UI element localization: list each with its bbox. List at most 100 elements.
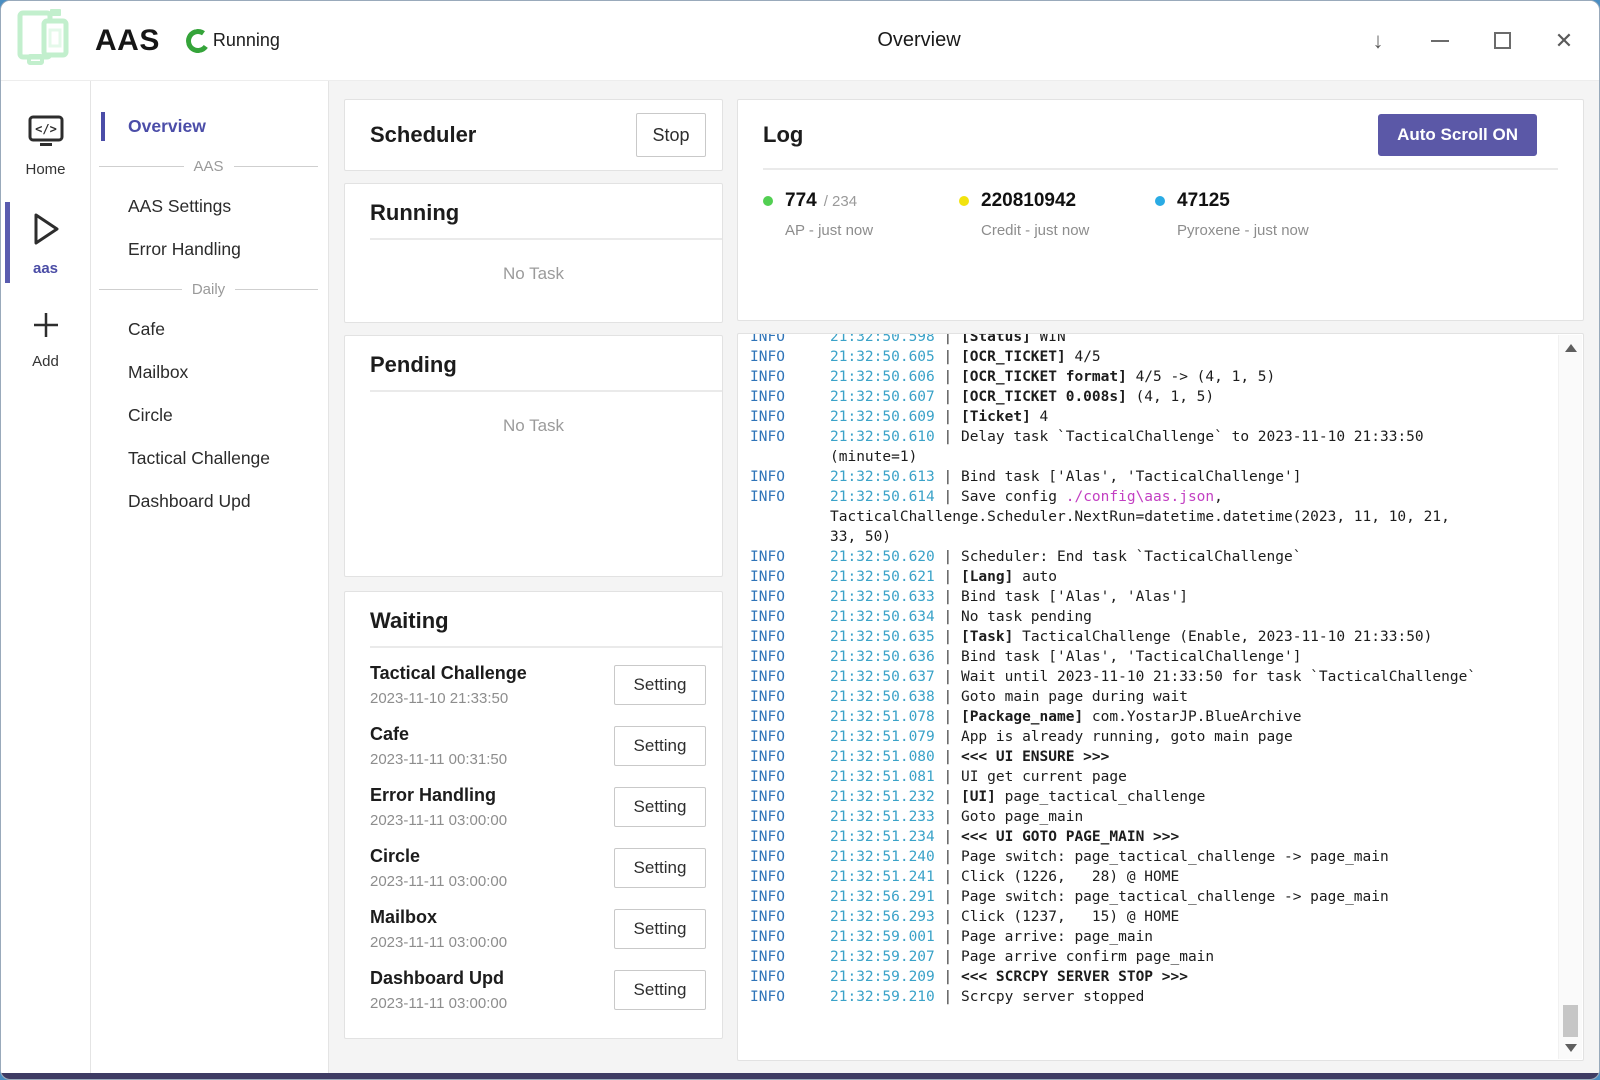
log-message: TacticalChallenge.Scheduler.NextRun=date… (830, 507, 1553, 527)
stat-label: Credit - just now (981, 222, 1155, 239)
waiting-task-list: Tactical Challenge2023-11-10 21:33:50Set… (345, 654, 722, 1020)
waiting-task-name: Cafe (370, 724, 614, 745)
waiting-task-row: Mailbox2023-11-11 03:00:00Setting (345, 898, 722, 959)
waiting-task-time: 2023-11-10 21:33:50 (370, 690, 614, 707)
arrow-down-icon[interactable]: ↓ (1365, 28, 1391, 54)
sidebar-item-mailbox[interactable]: Mailbox (91, 353, 328, 392)
log-level: INFO (750, 487, 830, 507)
log-line: INFO21:32:50.605 | [OCR_TICKET] 4/5 (750, 347, 1553, 367)
log-line: INFO21:32:51.232 | [UI] page_tactical_ch… (750, 787, 1553, 807)
app-window: AAS Running Overview ↓✕ </>HomeaasAdd Ov… (0, 0, 1600, 1080)
close-icon[interactable]: ✕ (1551, 28, 1577, 54)
log-message: 21:32:51.078 | [Package_name] com.Yostar… (830, 707, 1553, 727)
log-level: INFO (750, 847, 830, 867)
log-message: 21:32:50.610 | Delay task `TacticalChall… (830, 427, 1553, 447)
log-line: INFO21:32:51.241 | Click (1226, 28) @ HO… (750, 867, 1553, 887)
sidebar-item-aas-settings[interactable]: AAS Settings (91, 187, 328, 226)
stat-group: 47125Pyroxene - just now (1155, 190, 1351, 239)
log-line: INFO21:32:56.291 | Page switch: page_tac… (750, 887, 1553, 907)
rail-item-label: aas (33, 260, 58, 277)
app-logo-icon (13, 8, 75, 73)
auto-scroll-button[interactable]: Auto Scroll ON (1378, 114, 1537, 156)
sidebar-item-dashboard-upd[interactable]: Dashboard Upd (91, 482, 328, 521)
setting-button[interactable]: Setting (614, 665, 706, 705)
log-line: INFO21:32:50.613 | Bind task ['Alas', 'T… (750, 467, 1553, 487)
scheduler-status: Running (213, 30, 280, 51)
log-level (750, 447, 830, 467)
log-scrollbar[interactable] (1558, 335, 1582, 1059)
sidebar-item-error-handling[interactable]: Error Handling (91, 230, 328, 269)
log-message: 21:32:50.633 | Bind task ['Alas', 'Alas'… (830, 587, 1553, 607)
sidebar-item-circle[interactable]: Circle (91, 396, 328, 435)
log-level: INFO (750, 367, 830, 387)
log-level: INFO (750, 727, 830, 747)
stop-button[interactable]: Stop (636, 113, 706, 157)
setting-button[interactable]: Setting (614, 909, 706, 949)
divider (370, 646, 722, 648)
log-time: 21:32:56.293 (830, 909, 935, 925)
dashboard-stats: 774/ 234AP - just now220810942Credit - j… (738, 170, 1583, 239)
log-message: 21:32:50.614 | Save config ./config\aas.… (830, 487, 1553, 507)
log-line: INFO21:32:51.234 | <<< UI GOTO PAGE_MAIN… (750, 827, 1553, 847)
waiting-task-info: Cafe2023-11-11 00:31:50 (370, 724, 614, 768)
log-line: INFO21:32:50.635 | [Task] TacticalChalle… (750, 627, 1553, 647)
sidebar-item-overview[interactable]: Overview (91, 107, 328, 146)
log-time: 21:32:51.233 (830, 809, 935, 825)
rail-item-aas[interactable]: aas (1, 198, 90, 287)
waiting-task-row: Dashboard Upd2023-11-11 03:00:00Setting (345, 959, 722, 1020)
scheduler-card: Scheduler Stop (344, 99, 723, 171)
log-level: INFO (750, 407, 830, 427)
play-icon (30, 210, 62, 253)
sidebar-item-cafe[interactable]: Cafe (91, 310, 328, 349)
log-output: INFO21:32:50.598 | [Status] WININFO21:32… (750, 333, 1553, 1007)
nav-section-label: Daily (192, 281, 225, 298)
rail-item-home[interactable]: </>Home (1, 103, 90, 188)
setting-button[interactable]: Setting (614, 726, 706, 766)
setting-button[interactable]: Setting (614, 970, 706, 1010)
page-title: Overview (877, 29, 960, 52)
log-time: 21:32:51.081 (830, 769, 935, 785)
scrollbar-thumb[interactable] (1563, 1005, 1578, 1037)
log-message: 21:32:56.293 | Click (1237, 15) @ HOME (830, 907, 1553, 927)
log-time: 21:32:51.240 (830, 849, 935, 865)
scroll-up-icon[interactable] (1565, 344, 1577, 352)
minimize-icon[interactable] (1427, 28, 1453, 54)
log-line: INFO21:32:51.240 | Page switch: page_tac… (750, 847, 1553, 867)
scroll-down-icon[interactable] (1565, 1044, 1577, 1052)
setting-button[interactable]: Setting (614, 848, 706, 888)
log-level: INFO (750, 967, 830, 987)
log-level: INFO (750, 467, 830, 487)
log-message: 21:32:50.637 | Wait until 2023-11-10 21:… (830, 667, 1553, 687)
log-level: INFO (750, 947, 830, 967)
sidebar-nav: OverviewAASAAS SettingsError HandlingDai… (91, 81, 329, 1080)
log-message: 21:32:51.080 | <<< UI ENSURE >>> (830, 747, 1553, 767)
log-line: INFO21:32:50.634 | No task pending (750, 607, 1553, 627)
log-level: INFO (750, 547, 830, 567)
log-message: 21:32:59.001 | Page arrive: page_main (830, 927, 1553, 947)
plus-icon (30, 309, 62, 346)
maximize-icon[interactable] (1489, 28, 1515, 54)
stat-value: 774 (785, 190, 817, 212)
pending-title: Pending (370, 352, 722, 378)
log-message: 21:32:50.598 | [Status] WIN (830, 333, 1553, 347)
log-level: INFO (750, 907, 830, 927)
nav-section-divider: Daily (99, 281, 318, 298)
waiting-task-row: Circle2023-11-11 03:00:00Setting (345, 837, 722, 898)
setting-button[interactable]: Setting (614, 787, 706, 827)
log-message: 21:32:51.233 | Goto page_main (830, 807, 1553, 827)
log-line: INFO21:32:59.001 | Page arrive: page_mai… (750, 927, 1553, 947)
rail-item-label: Add (32, 353, 59, 370)
log-message: 21:32:50.638 | Goto main page during wai… (830, 687, 1553, 707)
log-line: INFO21:32:51.079 | App is already runnin… (750, 727, 1553, 747)
log-time: 21:32:59.207 (830, 949, 935, 965)
rail-item-add[interactable]: Add (1, 297, 90, 380)
log-time: 21:32:50.607 (830, 389, 935, 405)
log-time: 21:32:50.633 (830, 589, 935, 605)
svg-text:</>: </> (35, 122, 57, 136)
log-line: INFO21:32:59.210 | Scrcpy server stopped (750, 987, 1553, 1007)
log-level: INFO (750, 987, 830, 1007)
waiting-task-time: 2023-11-11 03:00:00 (370, 995, 614, 1012)
log-line: INFO21:32:51.081 | UI get current page (750, 767, 1553, 787)
log-time: 21:32:50.598 (830, 333, 935, 345)
sidebar-item-tactical-challenge[interactable]: Tactical Challenge (91, 439, 328, 478)
